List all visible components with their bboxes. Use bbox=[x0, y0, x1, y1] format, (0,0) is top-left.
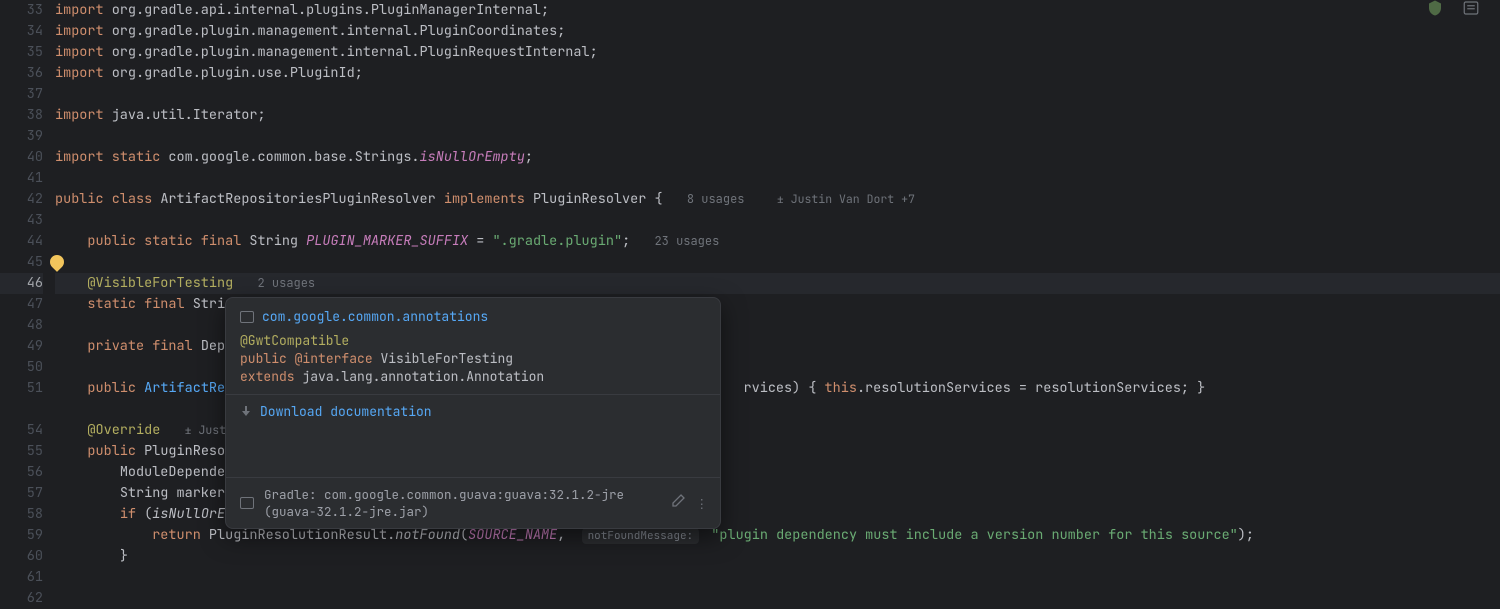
edit-icon[interactable] bbox=[670, 493, 686, 513]
line-number: 56 bbox=[0, 462, 43, 483]
editor-top-icons bbox=[1426, 0, 1480, 22]
code-line[interactable] bbox=[55, 126, 1500, 147]
code-line[interactable]: import org.gradle.plugin.management.inte… bbox=[55, 42, 1500, 63]
download-icon bbox=[240, 406, 252, 418]
usages-hint[interactable]: 23 usages bbox=[654, 233, 719, 249]
library-icon bbox=[240, 497, 254, 509]
line-number: 44 bbox=[0, 231, 43, 252]
usages-hint[interactable]: 2 usages bbox=[258, 275, 316, 291]
code-line[interactable]: @VisibleForTesting 2 usages bbox=[55, 273, 1500, 294]
line-number: 35 bbox=[0, 42, 43, 63]
line-number: 59 bbox=[0, 525, 43, 546]
line-number: 62 bbox=[0, 588, 43, 609]
code-line[interactable]: import org.gradle.plugin.management.inte… bbox=[55, 21, 1500, 42]
line-number: 48 bbox=[0, 315, 43, 336]
line-number: 33 bbox=[0, 0, 43, 21]
line-number: 49 bbox=[0, 336, 43, 357]
line-number: 37 bbox=[0, 84, 43, 105]
doc-signature: @GwtCompatible public @interface Visible… bbox=[240, 332, 706, 386]
line-number bbox=[0, 399, 43, 420]
code-line[interactable]: import org.gradle.api.internal.plugins.P… bbox=[55, 0, 1500, 21]
line-number: 50 bbox=[0, 357, 43, 378]
line-number: 57 bbox=[0, 483, 43, 504]
code-line[interactable] bbox=[55, 84, 1500, 105]
code-line[interactable]: public class ArtifactRepositoriesPluginR… bbox=[55, 189, 1500, 210]
line-number: 46 bbox=[0, 273, 43, 294]
line-number: 39 bbox=[0, 126, 43, 147]
line-number: 41 bbox=[0, 168, 43, 189]
line-number: 58 bbox=[0, 504, 43, 525]
code-line[interactable] bbox=[55, 210, 1500, 231]
code-line[interactable] bbox=[55, 567, 1500, 588]
download-documentation-link[interactable]: Download documentation bbox=[240, 395, 706, 429]
package-link[interactable]: com.google.common.annotations bbox=[240, 308, 706, 326]
artifact-source: Gradle: com.google.common.guava:guava:32… bbox=[264, 486, 660, 520]
line-number: 54 bbox=[0, 420, 43, 441]
line-number: 55 bbox=[0, 441, 43, 462]
code-line[interactable]: import java.util.Iterator; bbox=[55, 105, 1500, 126]
package-icon bbox=[240, 311, 254, 323]
line-number-gutter: 33 34 35 36 37 38 39 40 41 42 43 44 45 4… bbox=[0, 0, 55, 600]
line-number: 60 bbox=[0, 546, 43, 567]
line-number: 51 bbox=[0, 378, 43, 399]
code-line[interactable] bbox=[55, 252, 1500, 273]
popup-body: com.google.common.annotations @GwtCompat… bbox=[226, 298, 720, 477]
reader-mode-icon[interactable] bbox=[1462, 0, 1480, 22]
line-number: 38 bbox=[0, 105, 43, 126]
line-number: 34 bbox=[0, 21, 43, 42]
line-number: 42 bbox=[0, 189, 43, 210]
code-line[interactable] bbox=[55, 168, 1500, 189]
popup-footer: Gradle: com.google.common.guava:guava:32… bbox=[226, 477, 720, 528]
quick-doc-popup[interactable]: com.google.common.annotations @GwtCompat… bbox=[225, 297, 721, 529]
code-line[interactable]: import org.gradle.plugin.use.PluginId; bbox=[55, 63, 1500, 84]
parameter-hint: notFoundMessage: bbox=[582, 528, 700, 544]
line-number: 45 bbox=[0, 252, 43, 273]
code-line[interactable]: public static final String PLUGIN_MARKER… bbox=[55, 231, 1500, 252]
usages-hint[interactable]: 8 usages bbox=[687, 191, 745, 207]
code-line[interactable]: import static com.google.common.base.Str… bbox=[55, 147, 1500, 168]
line-number: 47 bbox=[0, 294, 43, 315]
more-icon[interactable]: ⋮ bbox=[696, 495, 707, 512]
line-number: 40 bbox=[0, 147, 43, 168]
line-number: 61 bbox=[0, 567, 43, 588]
line-number: 43 bbox=[0, 210, 43, 231]
code-line[interactable]: } bbox=[55, 546, 1500, 567]
inspection-icon[interactable] bbox=[1426, 0, 1444, 22]
author-hint[interactable]: ± Justin Van Dort +7 bbox=[777, 192, 915, 207]
line-number: 36 bbox=[0, 63, 43, 84]
